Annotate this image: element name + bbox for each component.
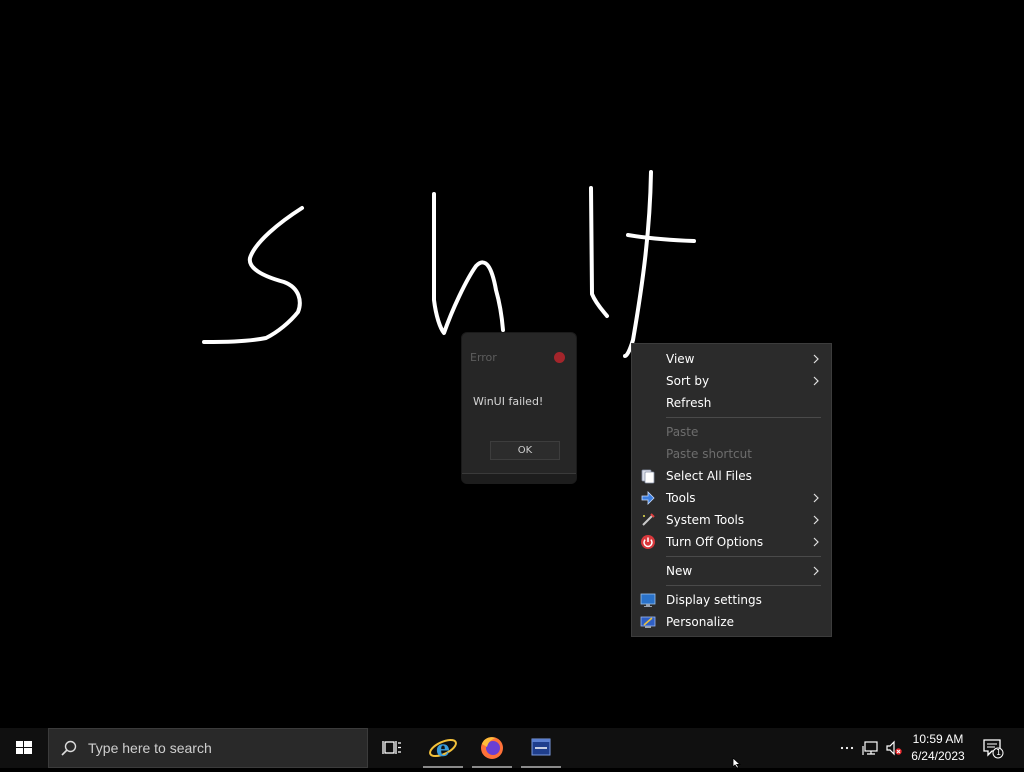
menu-item-sort-by[interactable]: Sort by — [632, 370, 831, 392]
menu-item-label: Personalize — [666, 615, 735, 629]
mouse-cursor-icon — [732, 758, 742, 768]
taskbar-app-window[interactable] — [519, 728, 563, 768]
clock-date: 6/24/2023 — [911, 749, 965, 763]
volume-muted-icon — [886, 740, 902, 756]
menu-item-label: View — [666, 352, 695, 366]
menu-item-label: Display settings — [666, 593, 762, 607]
menu-item-label: Refresh — [666, 396, 712, 410]
menu-separator — [666, 556, 821, 557]
task-view-icon — [382, 741, 401, 754]
chevron-right-icon — [813, 354, 819, 364]
chevron-right-icon — [813, 566, 819, 576]
clock[interactable]: 10:59 AM 6/24/2023 — [902, 731, 974, 765]
action-center-button[interactable]: 1 — [982, 737, 1004, 763]
copy-files-icon — [641, 469, 655, 484]
menu-item-display-settings[interactable]: Display settings — [632, 589, 831, 611]
volume-button[interactable] — [885, 739, 903, 761]
error-dialog: Error WinUI failed! OK — [461, 332, 577, 484]
firefox-icon — [481, 737, 503, 759]
personalize-icon — [640, 616, 656, 628]
context-menu: View Sort by Refresh Paste Paste shortcu… — [631, 343, 832, 637]
clock-time: 10:59 AM — [912, 732, 964, 746]
taskbar-app-firefox[interactable] — [470, 728, 514, 768]
blue-arrow-icon — [641, 491, 655, 505]
menu-item-view[interactable]: View — [632, 348, 831, 370]
notification-count: 1 — [995, 748, 1002, 757]
network-icon — [862, 741, 878, 755]
search-box[interactable]: Type here to search — [48, 728, 368, 768]
windows-logo-icon — [16, 741, 32, 754]
menu-item-select-all-files[interactable]: Select All Files — [632, 465, 831, 487]
menu-separator — [666, 417, 821, 418]
menu-item-paste-shortcut: Paste shortcut — [632, 443, 831, 465]
power-icon — [641, 535, 655, 549]
dialog-footer — [462, 473, 576, 484]
chevron-right-icon — [813, 376, 819, 386]
menu-item-turn-off-options[interactable]: Turn Off Options — [632, 531, 831, 553]
chevron-right-icon — [813, 537, 819, 547]
menu-item-system-tools[interactable]: System Tools — [632, 509, 831, 531]
wand-icon — [642, 513, 655, 526]
desktop[interactable]: Error WinUI failed! OK View Sort by Refr… — [0, 0, 1024, 728]
menu-separator — [666, 585, 821, 586]
task-view-button[interactable] — [370, 728, 414, 768]
monitor-icon — [640, 593, 656, 607]
menu-item-paste: Paste — [632, 421, 831, 443]
chevron-right-icon — [813, 515, 819, 525]
menu-item-new[interactable]: New — [632, 560, 831, 582]
error-dialog-title: Error — [470, 351, 497, 364]
menu-item-personalize[interactable]: Personalize — [632, 611, 831, 633]
menu-item-label: Select All Files — [666, 469, 752, 483]
menu-item-label: Tools — [666, 491, 696, 505]
start-button[interactable] — [0, 728, 48, 768]
ellipsis-icon — [840, 746, 854, 750]
close-icon[interactable] — [554, 352, 565, 363]
chevron-right-icon — [813, 493, 819, 503]
internet-explorer-icon: e — [429, 736, 457, 762]
error-message: WinUI failed! — [473, 395, 544, 408]
taskbar-app-internet-explorer[interactable]: e — [421, 728, 465, 768]
app-window-icon — [531, 738, 551, 756]
menu-item-label: System Tools — [666, 513, 745, 527]
menu-item-label: Turn Off Options — [666, 535, 764, 549]
menu-item-label: Paste shortcut — [666, 447, 752, 461]
menu-item-refresh[interactable]: Refresh — [632, 392, 831, 414]
taskbar: Type here to search e 10:59 AM 6/24/2023… — [0, 728, 1024, 768]
menu-item-label: Sort by — [666, 374, 710, 388]
show-hidden-icons-button[interactable] — [839, 740, 855, 760]
search-icon — [61, 740, 77, 756]
ok-button[interactable]: OK — [490, 441, 560, 460]
menu-item-tools[interactable]: Tools — [632, 487, 831, 509]
search-placeholder: Type here to search — [88, 740, 212, 756]
menu-item-label: New — [666, 564, 693, 578]
svg-text:e: e — [436, 736, 450, 762]
menu-item-label: Paste — [666, 425, 699, 439]
network-button[interactable] — [862, 739, 880, 761]
